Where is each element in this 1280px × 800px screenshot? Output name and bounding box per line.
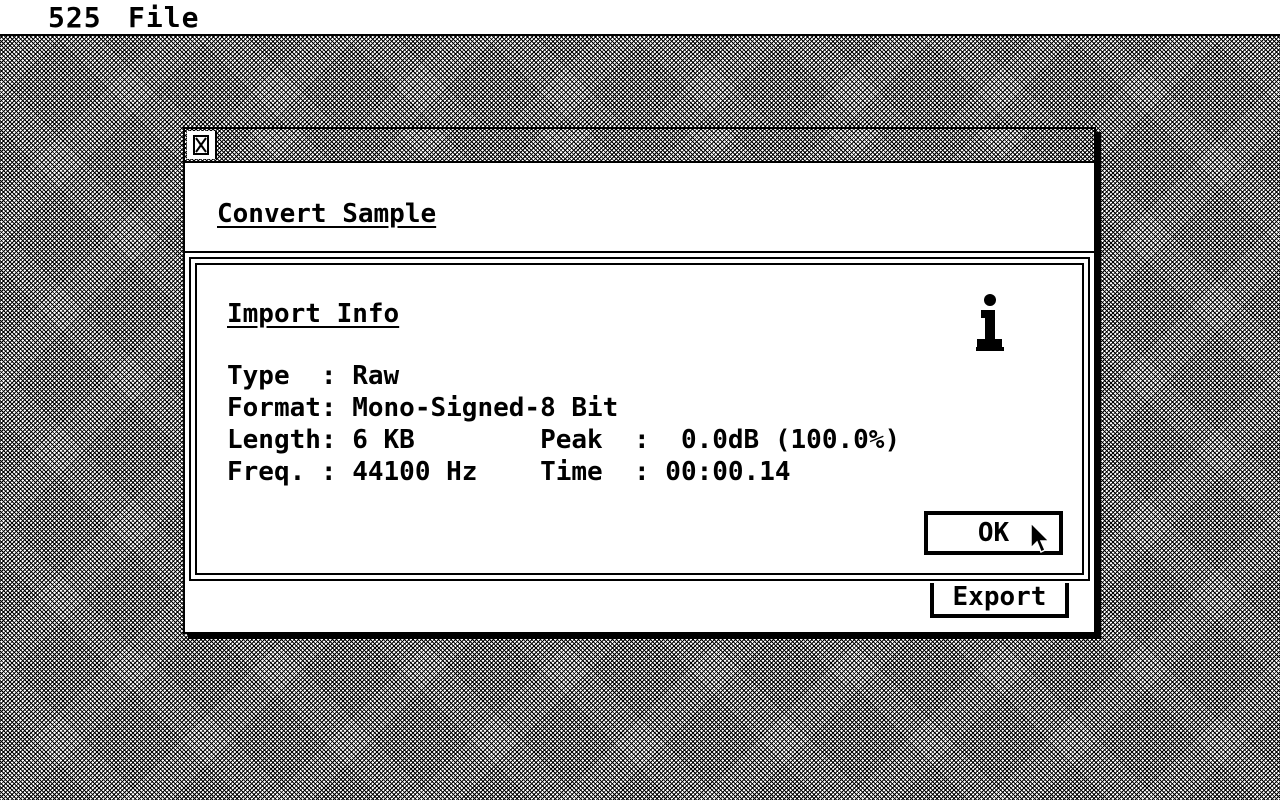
menu-app[interactable]: 525 [48, 2, 102, 34]
mouse-pointer-icon [1030, 522, 1051, 554]
info-icon [976, 294, 1004, 351]
dialog-inner-frame: Import Info Type : Raw Format: Mono-Sign… [195, 263, 1084, 575]
window-heading: Convert Sample [217, 199, 437, 229]
info-row-length-peak: Length: 6 KB Peak : 0.0dB (100.0%) [227, 425, 901, 455]
export-button[interactable]: Export [930, 583, 1069, 618]
info-row-format: Format: Mono-Signed-8 Bit [227, 393, 619, 423]
dialog-title: Import Info [227, 299, 400, 329]
menu-bar: 525 File [0, 0, 1280, 36]
window-header: Convert Sample [185, 163, 1094, 253]
import-info-dialog: Import Info Type : Raw Format: Mono-Sign… [189, 257, 1090, 581]
window-titlebar[interactable] [185, 129, 1094, 163]
close-box-icon[interactable] [187, 131, 217, 159]
menu-file[interactable]: File [128, 2, 199, 34]
info-row-type: Type : Raw [227, 361, 400, 391]
info-row-freq-time: Freq. : 44100 Hz Time : 00:00.14 [227, 457, 791, 487]
